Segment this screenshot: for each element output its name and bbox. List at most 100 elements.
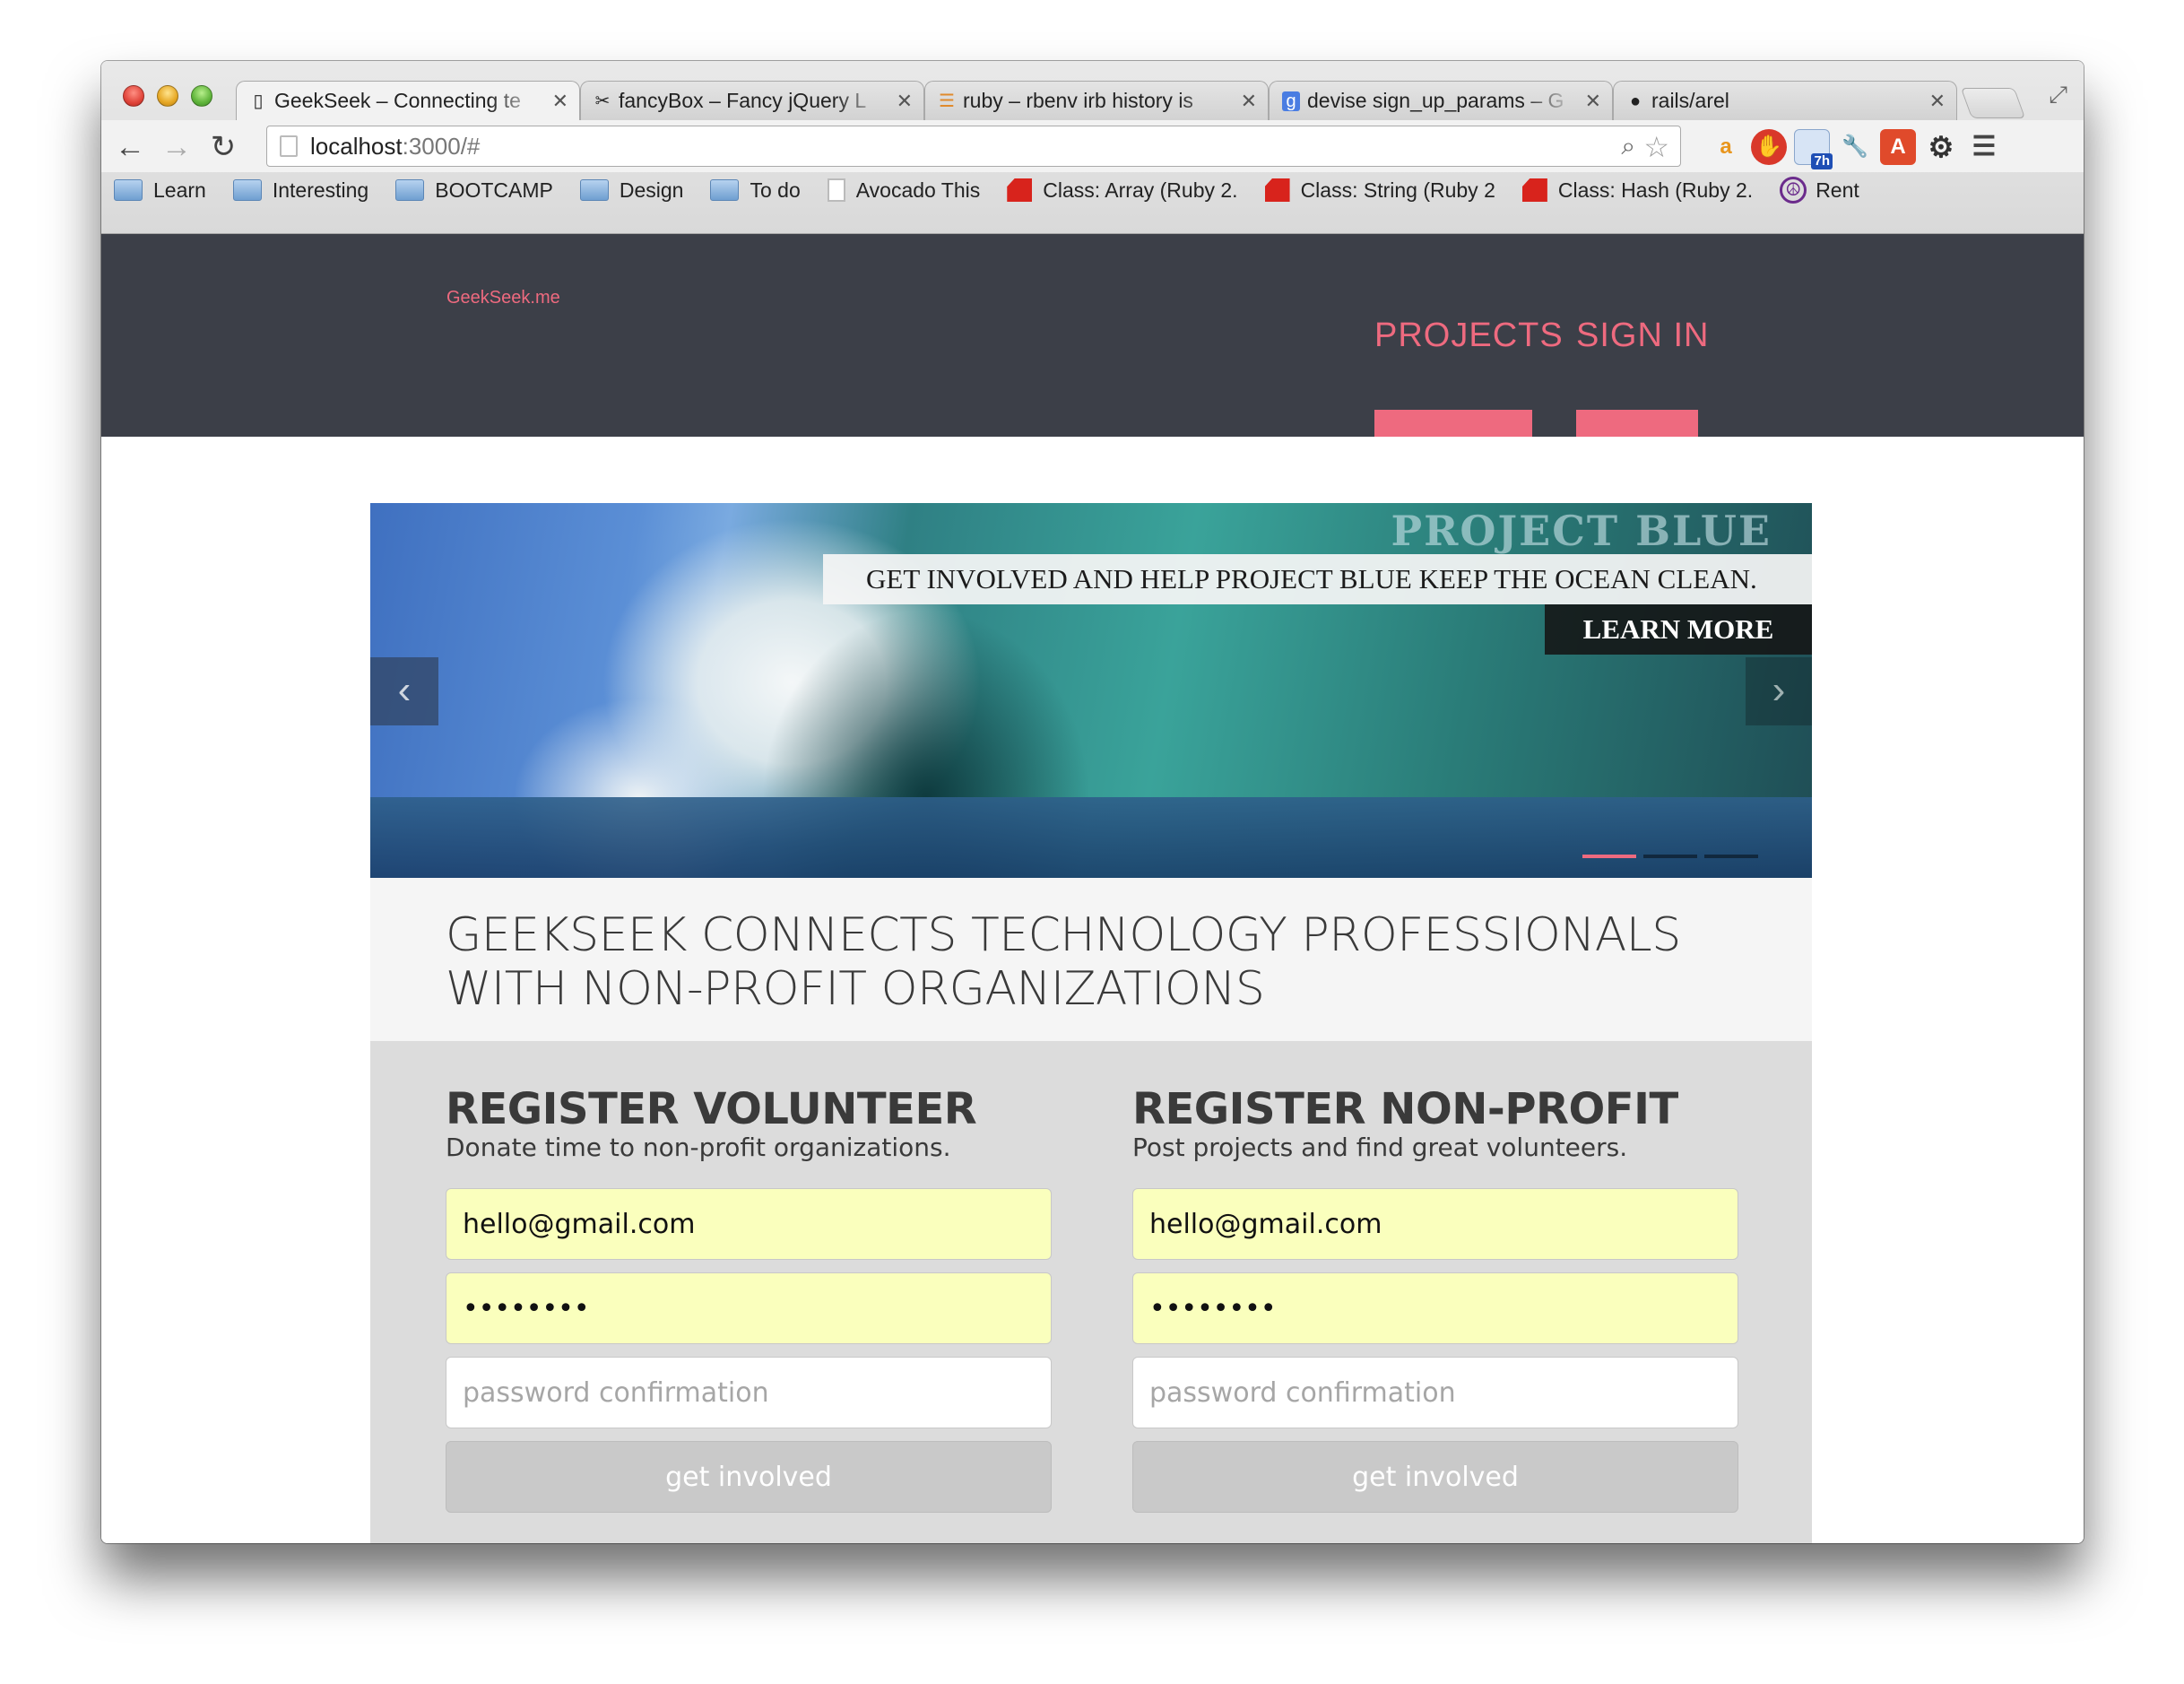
carousel-dot[interactable] [1643, 855, 1697, 858]
close-icon[interactable]: ✕ [1929, 90, 1946, 113]
tab-title: rails/arel [1651, 89, 1729, 112]
bookmark-item[interactable]: Class: Hash (Ruby 2. [1521, 178, 1754, 203]
tab-title: GeekSeek – Connecting te [274, 89, 521, 112]
tab-github[interactable]: ● rails/arel ✕ [1613, 81, 1957, 120]
bookmark-item[interactable]: Interesting [232, 178, 369, 203]
ruby-icon [1007, 178, 1033, 202]
hero-watermark: PROJECT BLUE [1391, 507, 1772, 555]
nav-signin-link[interactable]: SIGN IN [1576, 317, 1709, 355]
tagline-section: GEEKSEEK CONNECTS TECHNOLOGY PROFESSIONA… [370, 878, 1812, 1041]
page-tagline: GEEKSEEK CONNECTS TECHNOLOGY PROFESSIONA… [446, 908, 1681, 1016]
bookmark-item[interactable]: BOOTCAMP [395, 178, 553, 203]
bookmarks-bar: Learn Interesting BOOTCAMP Design To do … [101, 172, 2084, 208]
bookmark-label: Class: Hash (Ruby 2. [1557, 178, 1754, 202]
nonprofit-email-field[interactable] [1132, 1188, 1738, 1260]
bookmark-item[interactable]: ☮ Rent [1780, 177, 1859, 204]
carousel-next-button[interactable]: › [1746, 657, 1812, 725]
volunteer-form: REGISTER VOLUNTEER Donate time to non-pr… [446, 1086, 1052, 1513]
url-text[interactable]: localhost:3000/# [310, 133, 480, 161]
peace-icon: ☮ [1780, 177, 1807, 204]
site-logo[interactable]: GeekSeek.me [446, 288, 560, 308]
page-icon [280, 135, 298, 157]
google-icon: g [1282, 91, 1300, 111]
tab-title: devise sign_up_params – G [1307, 89, 1564, 112]
zoom-window-button[interactable] [191, 85, 212, 107]
wrench-icon[interactable]: 🔧 [1837, 129, 1873, 165]
nonprofit-title: REGISTER NON-PROFIT [1132, 1084, 1678, 1134]
carousel-dot[interactable] [1704, 855, 1758, 858]
nav-projects-link[interactable]: PROJECTS [1374, 317, 1564, 355]
menu-icon[interactable]: ☰ [1966, 129, 2002, 165]
hero-caption: GET INVOLVED AND HELP PROJECT BLUE KEEP … [823, 554, 1812, 604]
calendar-badge: 7h [1811, 153, 1833, 169]
carousel-dot[interactable] [1582, 855, 1636, 858]
search-icon[interactable]: ⌕ [1621, 132, 1635, 161]
amazon-extension-icon[interactable]: a [1708, 129, 1744, 165]
adblock-extension-icon[interactable]: ✋ [1751, 129, 1787, 165]
volunteer-title: REGISTER VOLUNTEER [446, 1084, 977, 1134]
close-icon[interactable]: ✕ [552, 90, 568, 113]
back-button[interactable]: ← [112, 129, 148, 165]
folder-icon [579, 179, 609, 201]
bookmark-label: Learn [153, 178, 206, 202]
page-viewport: GeekSeek.me PROJECTS SIGN IN PROJECT BLU… [101, 234, 2084, 1543]
fullscreen-icon[interactable]: ⤢ [2049, 81, 2067, 109]
bookmark-item[interactable]: Class: Array (Ruby 2. [1007, 178, 1238, 203]
close-icon[interactable]: ✕ [1241, 90, 1257, 113]
bookmark-label: To do [750, 178, 801, 202]
github-icon: ● [1629, 91, 1642, 111]
pdf-extension-icon[interactable]: A [1880, 129, 1916, 165]
nonprofit-get-involved-button[interactable]: get involved [1132, 1441, 1738, 1513]
address-bar[interactable]: localhost:3000/# ⌕ ☆ [266, 126, 1681, 167]
tab-fancybox[interactable]: ✂ fancyBox – Fancy jQuery L ✕ [580, 81, 924, 120]
tab-strip: ▯ GeekSeek – Connecting te ✕ ✂ fancyBox … [236, 81, 2026, 120]
nonprofit-password-field[interactable] [1132, 1272, 1738, 1344]
hero-carousel: PROJECT BLUE GET INVOLVED AND HELP PROJE… [370, 503, 1812, 878]
bookmark-star-icon[interactable]: ☆ [1643, 130, 1669, 164]
reload-button[interactable]: ↻ [205, 129, 241, 165]
bookmark-item[interactable]: Class: String (Ruby 2 [1264, 178, 1495, 203]
ruby-icon [1264, 178, 1290, 202]
bookmark-label: Class: String (Ruby 2 [1300, 178, 1495, 202]
bookmark-label: Avocado This [855, 178, 981, 202]
tab-geekseek[interactable]: ▯ GeekSeek – Connecting te ✕ [236, 81, 580, 120]
close-icon[interactable]: ✕ [897, 90, 913, 113]
browser-chrome: ▯ GeekSeek – Connecting te ✕ ✂ fancyBox … [101, 61, 2084, 234]
bookmark-label: Interesting [272, 178, 369, 202]
url-path: :3000/# [402, 132, 481, 160]
forward-button[interactable]: → [159, 129, 195, 165]
folder-icon [114, 179, 143, 201]
carousel-prev-button[interactable]: ‹ [370, 657, 438, 725]
tab-google[interactable]: g devise sign_up_params – G ✕ [1269, 81, 1613, 120]
bookmark-item[interactable]: Learn [114, 178, 206, 203]
bookmark-item[interactable]: Avocado This [827, 178, 981, 203]
new-tab-button[interactable] [1960, 88, 2026, 118]
gear-icon[interactable]: ⚙ [1923, 129, 1959, 165]
tab-stackoverflow[interactable]: ☰ ruby – rbenv irb history is ✕ [924, 81, 1269, 120]
volunteer-get-involved-button[interactable]: get involved [446, 1441, 1052, 1513]
tab-title: fancyBox – Fancy jQuery L [619, 89, 867, 112]
site-header: GeekSeek.me PROJECTS SIGN IN [101, 234, 2084, 437]
calendar-extension-icon[interactable]: 7h [1794, 129, 1833, 169]
volunteer-email-field[interactable] [446, 1188, 1052, 1260]
fancybox-icon: ✂ [594, 91, 611, 111]
bookmark-item[interactable]: To do [710, 178, 801, 203]
volunteer-password-confirmation-field[interactable] [446, 1357, 1052, 1428]
volunteer-password-field[interactable] [446, 1272, 1052, 1344]
learn-more-button[interactable]: LEARN MORE [1545, 604, 1812, 655]
bookmark-label: Design [619, 178, 684, 202]
nonprofit-form: REGISTER NON-PROFIT Post projects and fi… [1132, 1086, 1738, 1513]
minimize-window-button[interactable] [157, 85, 178, 107]
nonprofit-password-confirmation-field[interactable] [1132, 1357, 1738, 1428]
close-icon[interactable]: ✕ [1585, 90, 1601, 113]
carousel-indicators [1582, 855, 1758, 858]
bookmark-item[interactable]: Design [579, 178, 684, 203]
folder-icon [710, 179, 740, 201]
browser-window: ▯ GeekSeek – Connecting te ✕ ✂ fancyBox … [101, 61, 2084, 1543]
url-host: localhost [310, 132, 403, 160]
ruby-icon [1521, 178, 1547, 202]
folder-icon [395, 179, 425, 201]
close-window-button[interactable] [123, 85, 144, 107]
bookmark-label: Rent [1816, 178, 1859, 202]
browser-toolbar: ← → ↻ localhost:3000/# ⌕ ☆ a ✋ 7h 🔧 A ⚙ … [101, 120, 2084, 172]
